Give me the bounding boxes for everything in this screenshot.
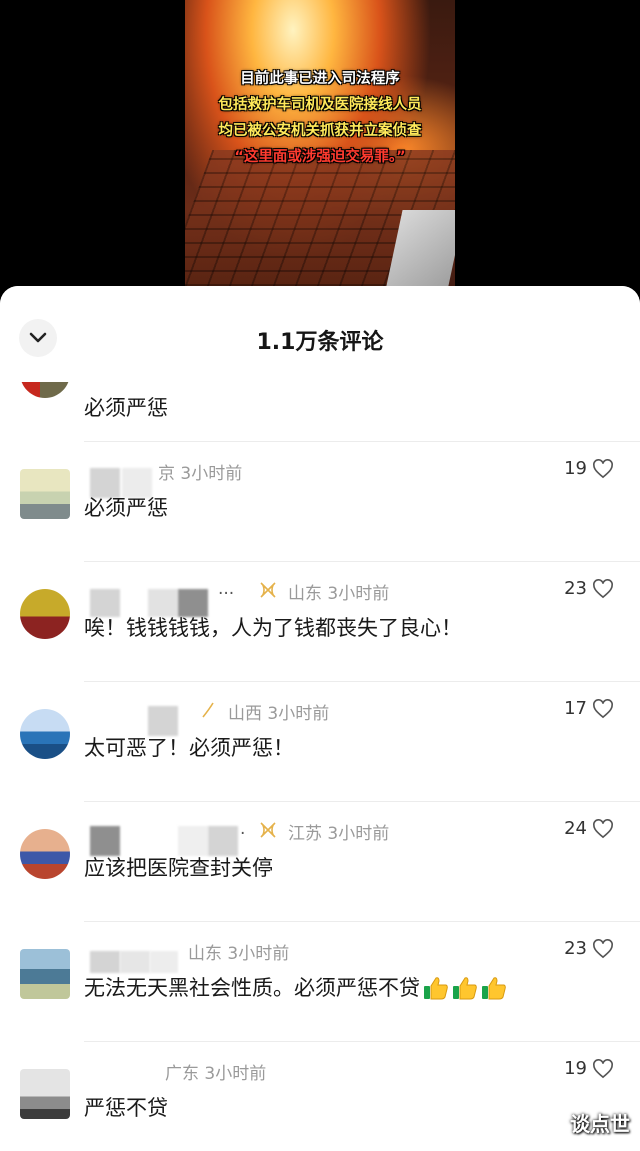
like-button[interactable]: 24: [564, 818, 614, 839]
comment-text: 应该把医院查封关停: [84, 856, 273, 880]
comments-panel: 必须严惩 京 3小时前 19 必须严惩 ... 山东 3小时前 23 唉！钱钱钱…: [0, 286, 640, 1151]
comment-text: 无法无天黑社会性质。必须严惩不贷: [84, 976, 420, 1000]
comment-text: 太可恶了！必须严惩！: [84, 736, 294, 760]
comment-text: 严惩不贷: [84, 1096, 168, 1120]
avatar[interactable]: [20, 469, 70, 519]
fan-badge-icon: [260, 582, 276, 598]
username-ellipsis: ...: [218, 579, 235, 599]
caption-line-1: 目前此事已进入司法程序: [240, 71, 400, 87]
like-button[interactable]: 19: [564, 458, 614, 479]
comment-meta: 京 3小时前: [158, 464, 243, 484]
like-count: 23: [564, 938, 587, 959]
watermark: 谈点世: [570, 1112, 630, 1136]
comment-item: 山西 3小时前 17 太可恶了！必须严惩！: [0, 682, 640, 802]
panel-header: 1.1万条评论: [0, 286, 640, 382]
comment-text: 唉！钱钱钱钱，人为了钱都丧失了良心！: [84, 616, 462, 640]
like-button[interactable]: 23: [564, 578, 614, 599]
comment-item: 京 3小时前 19 必须严惩: [0, 442, 640, 562]
like-button[interactable]: 17: [564, 698, 614, 719]
comment-meta: 山东 3小时前: [188, 944, 290, 964]
fan-badge-icon: [202, 702, 214, 718]
avatar[interactable]: [20, 589, 70, 639]
like-button[interactable]: 23: [564, 938, 614, 959]
caption-line-3: 均已被公安机关抓获并立案侦查: [218, 123, 422, 139]
heart-icon: [593, 578, 613, 598]
avatar[interactable]: [20, 829, 70, 879]
comment-text-row: 无法无天黑社会性质。必须严惩不贷: [84, 972, 507, 1002]
comment-meta: 山东 3小时前: [288, 584, 390, 604]
heart-icon: [593, 938, 613, 958]
fan-badge-icon: [260, 822, 276, 838]
avatar[interactable]: [20, 949, 70, 999]
caption-line-2: 包括救护车司机及医院接线人员: [218, 97, 422, 113]
comment-item: 广东 3小时前 19 严惩不贷: [0, 1042, 640, 1151]
like-count: 23: [564, 578, 587, 599]
heart-icon: [593, 1058, 613, 1078]
comment-meta: 江苏 3小时前: [288, 824, 390, 844]
heart-icon: [593, 458, 613, 478]
comment-item: . 江苏 3小时前 24 应该把医院查封关停: [0, 802, 640, 922]
username-blurred[interactable]: [120, 951, 150, 973]
heart-icon: [593, 818, 613, 838]
caption-line-4: “这里面或涉强迫交易罪。”: [234, 149, 406, 165]
comment-text: 必须严惩: [84, 496, 168, 520]
comment-text: 必须严惩: [84, 396, 168, 420]
like-button[interactable]: 19: [564, 1058, 614, 1079]
video-caption: 目前此事已进入司法程序 包括救护车司机及医院接线人员 均已被公安机关抓获并立案侦…: [185, 66, 455, 170]
like-count: 24: [564, 818, 587, 839]
thumbs-up-emoji-icon: [482, 977, 506, 1000]
username-blurred[interactable]: [150, 951, 178, 973]
comments-count-title: 1.1万条评论: [256, 330, 384, 355]
avatar[interactable]: [20, 1069, 70, 1119]
video-frame[interactable]: 目前此事已进入司法程序 包括救护车司机及医院接线人员 均已被公安机关抓获并立案侦…: [185, 0, 455, 300]
thumbs-up-emoji-icon: [424, 977, 448, 1000]
heart-icon: [593, 698, 613, 718]
comment-item: 山东 3小时前 23 无法无天黑社会性质。必须严惩不贷: [0, 922, 640, 1042]
comment-meta: 广东 3小时前: [165, 1064, 267, 1084]
comment-item: ... 山东 3小时前 23 唉！钱钱钱钱，人为了钱都丧失了良心！: [0, 562, 640, 682]
username-blurred[interactable]: [90, 951, 120, 973]
like-count: 19: [564, 1058, 587, 1079]
avatar[interactable]: [20, 709, 70, 759]
like-count: 19: [564, 458, 587, 479]
thumbs-up-emoji-icon: [453, 977, 477, 1000]
username-ellipsis: .: [240, 819, 246, 839]
comment-meta: 山西 3小时前: [228, 704, 330, 724]
like-count: 17: [564, 698, 587, 719]
